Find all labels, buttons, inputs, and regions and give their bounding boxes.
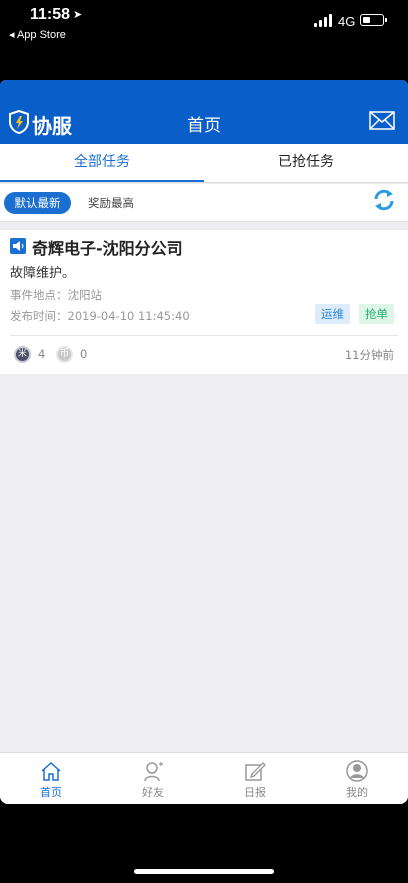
app-header: 协服 首页	[0, 80, 408, 144]
tab-all-tasks[interactable]: 全部任务	[0, 144, 204, 182]
location-arrow-icon: ➤	[73, 8, 83, 21]
rice-count: 4	[38, 347, 46, 361]
tabbar-item-profile[interactable]: 我的	[306, 753, 408, 804]
task-card[interactable]: 奇辉电子-沈阳分公司 故障维护。 事件地点：沈阳站 发布时间：2019-04-1…	[0, 230, 408, 374]
tabbar-label-report: 日报	[244, 786, 266, 799]
tabbar-label-profile: 我的	[346, 786, 368, 799]
status-bar: 11:58 ➤ ◂ App Store 4G	[0, 0, 408, 80]
megaphone-icon	[10, 238, 26, 254]
tabbar-item-report[interactable]: 日报	[204, 753, 306, 804]
signal-icon	[314, 14, 334, 27]
back-to-app-store-link[interactable]: ◂ App Store	[9, 28, 66, 41]
report-icon	[245, 762, 266, 781]
card-divider	[10, 335, 398, 336]
app-screen: 协服 首页 全部任务 已抢任务 默认最新 奖励最高 奇辉电子-沈阳分公司 故障维…	[0, 80, 408, 804]
network-type: 4G	[338, 14, 356, 29]
battery-icon	[360, 14, 387, 26]
tabbar-item-friends[interactable]: 好友	[102, 753, 204, 804]
profile-icon	[346, 760, 368, 782]
home-indicator[interactable]	[134, 869, 274, 874]
task-time-ago: 11分钟前	[344, 348, 394, 362]
coin-count: 0	[80, 347, 88, 361]
bottom-tab-bar: 首页 好友 日报 我的	[0, 752, 408, 804]
friends-icon	[144, 762, 163, 782]
tab-grabbed-tasks[interactable]: 已抢任务	[204, 144, 408, 182]
sort-bar: 默认最新 奖励最高	[0, 184, 408, 222]
sort-latest-button[interactable]: 默认最新	[4, 192, 71, 214]
tag-operations: 运维	[315, 304, 350, 324]
sort-reward-button[interactable]: 奖励最高	[88, 192, 134, 214]
refresh-icon[interactable]	[372, 188, 396, 212]
task-location: 事件地点：沈阳站	[10, 288, 102, 302]
page-title: 首页	[187, 116, 221, 136]
status-time: 11:58	[30, 6, 71, 23]
tag-grab-order[interactable]: 抢单	[359, 304, 394, 324]
task-publish-time: 发布时间：2019-04-10 11:45:40	[10, 309, 190, 323]
home-icon	[41, 761, 61, 781]
coin-icon: 币	[56, 346, 73, 363]
task-title: 奇辉电子-沈阳分公司	[32, 239, 183, 258]
rice-coin-icon: 米	[14, 346, 31, 363]
tabbar-label-home: 首页	[40, 786, 62, 799]
task-tabs: 全部任务 已抢任务	[0, 144, 408, 183]
active-tab-indicator	[0, 180, 204, 182]
tabbar-label-friends: 好友	[142, 786, 164, 799]
tabbar-item-home[interactable]: 首页	[0, 753, 102, 804]
mail-icon[interactable]	[369, 111, 395, 130]
task-description: 故障维护。	[10, 266, 76, 281]
